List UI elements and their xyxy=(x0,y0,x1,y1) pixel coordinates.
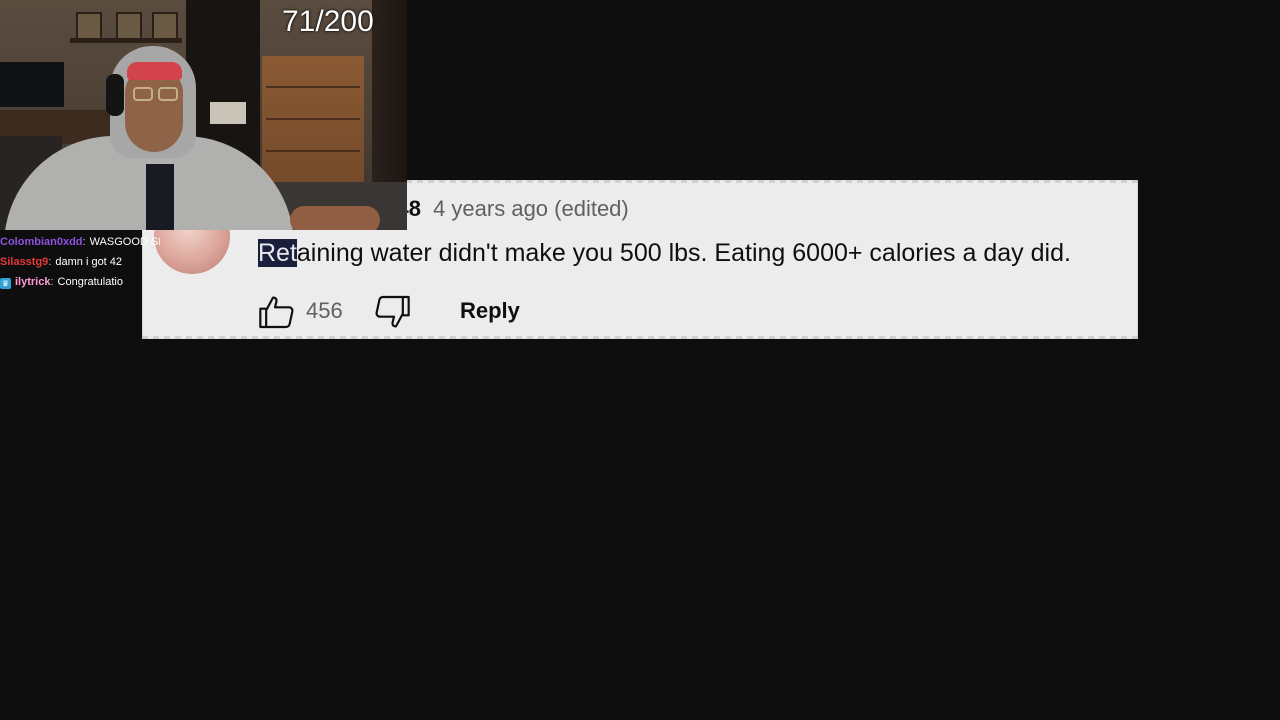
streamer-hand xyxy=(290,206,380,230)
chat-separator: : xyxy=(48,256,52,268)
chat-badge-icon: ♛ xyxy=(0,278,11,289)
glasses-lens xyxy=(133,87,153,101)
chat-message: Colombian0xdd:WASGOOD SIMBA xyxy=(0,232,160,252)
webcam-overlay: 71/200 xyxy=(0,0,407,230)
reply-button[interactable]: Reply xyxy=(460,297,520,325)
chat-message-text: damn i got 42 xyxy=(55,256,123,268)
chat-username[interactable]: ilytrick xyxy=(15,276,50,288)
glasses-lens xyxy=(158,87,178,101)
comment-header: e148 4 years ago (edited) xyxy=(372,196,629,222)
webcam-picture-frame xyxy=(152,12,178,40)
webcam-tv xyxy=(0,62,64,107)
webcam-ac-unit xyxy=(210,102,246,124)
comment-timestamp[interactable]: 4 years ago (edited) xyxy=(433,196,629,221)
webcam-dresser xyxy=(262,56,364,186)
chat-separator: : xyxy=(82,236,86,248)
chat-message: Silasstg9: damn i got 42 xyxy=(0,252,160,272)
webcam-picture-frame xyxy=(76,12,102,40)
thumbs-up-icon[interactable] xyxy=(257,292,297,332)
dresser-drawer-line xyxy=(266,86,360,88)
dresser-drawer-line xyxy=(266,150,360,152)
comment-text-rest: aining water didn't make you 500 lbs. Ea… xyxy=(296,239,1071,267)
streamer-glasses xyxy=(131,87,181,103)
chat-username[interactable]: Silasstg9 xyxy=(0,256,48,268)
progress-counter: 71/200 xyxy=(282,5,374,38)
like-count: 456 xyxy=(306,298,343,323)
chat-overlay: Colombian0xdd:WASGOOD SIMBASilasstg9:dam… xyxy=(0,232,160,296)
chat-message-text: WASGOOD SIMBA xyxy=(89,236,160,248)
chat-separator: : xyxy=(50,276,54,288)
dresser-drawer-line xyxy=(266,118,360,120)
chat-message-text: Congratulatio xyxy=(57,276,123,288)
text-selection-highlight: Ret xyxy=(258,239,297,267)
chat-username[interactable]: Colombian0xdd xyxy=(0,236,83,248)
headphones-icon xyxy=(106,74,124,116)
comment-text: Retaining water didn't make you 500 lbs.… xyxy=(258,237,1071,269)
chat-message: ♛ ilytrick: Congratulatio xyxy=(0,272,160,292)
streamer-headband xyxy=(127,62,182,80)
streamer-shirt xyxy=(146,164,174,230)
thumbs-down-icon[interactable] xyxy=(372,292,412,332)
webcam-picture-frame xyxy=(116,12,142,40)
